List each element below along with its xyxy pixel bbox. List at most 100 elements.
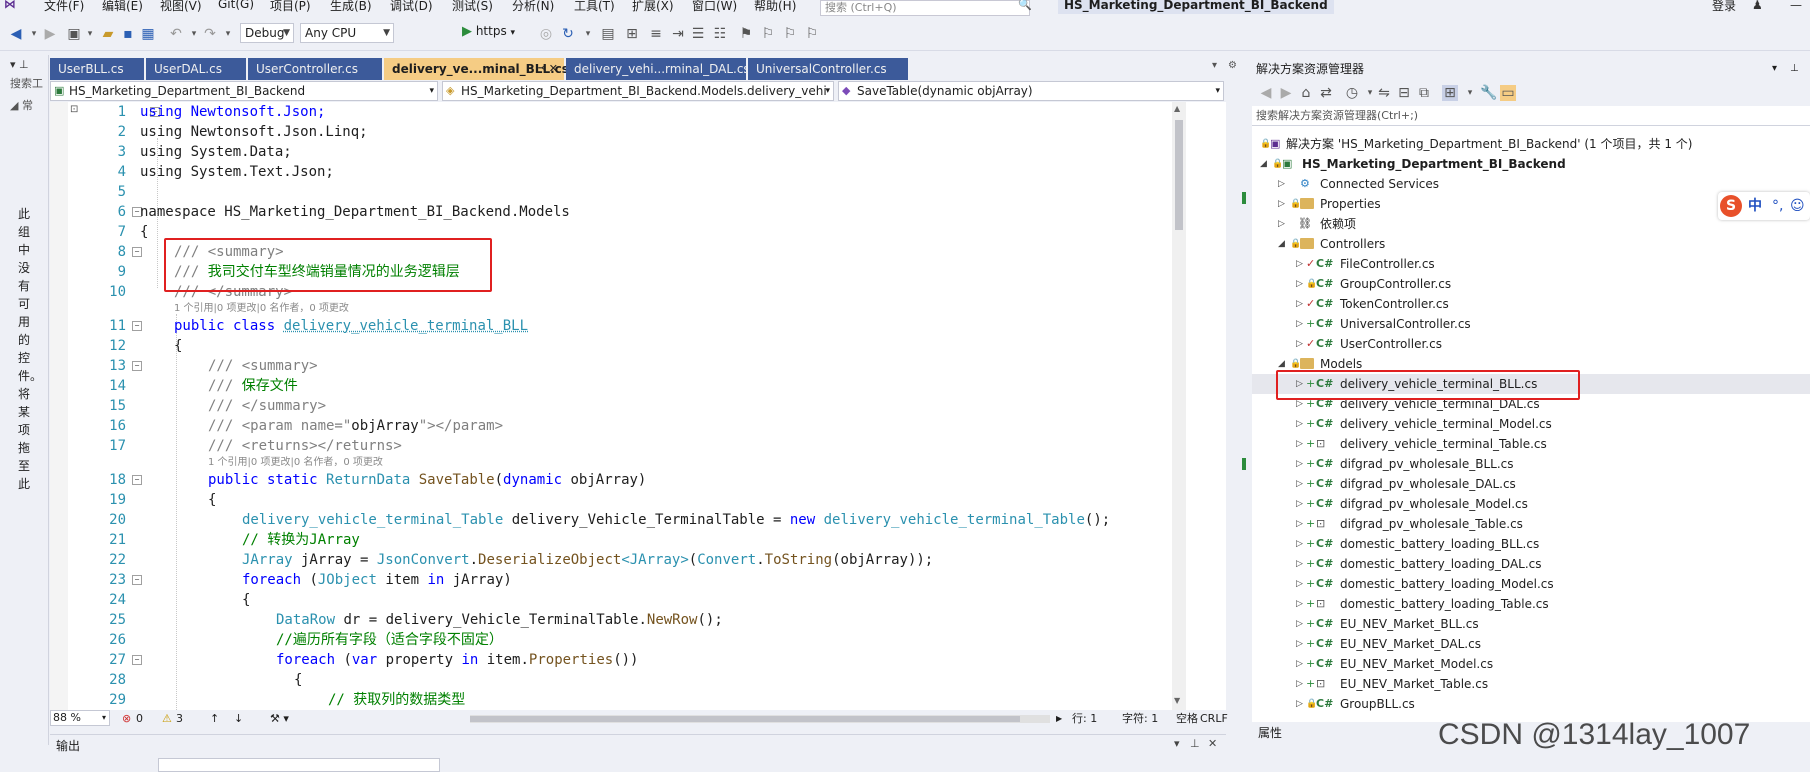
chevron-down-icon[interactable]: ◢ bbox=[1260, 154, 1267, 174]
tree-file[interactable]: ▷ + C# EU_NEV_Market_Model.cs bbox=[1252, 654, 1810, 674]
chevron-right-icon[interactable]: ▷ bbox=[1296, 274, 1303, 294]
member-nav-select[interactable]: ◆ SaveTable(dynamic objArray) ▾ bbox=[838, 81, 1224, 101]
collapse-icon[interactable]: − bbox=[132, 247, 142, 257]
tree-file[interactable]: ▷ + ⊡ delivery_vehicle_terminal_Table.cs bbox=[1252, 434, 1810, 454]
tab-delivery-dal[interactable]: delivery_vehi...rminal_DAL.cs bbox=[566, 58, 750, 80]
collapse-icon[interactable]: − bbox=[132, 475, 142, 485]
preview-icon[interactable]: ▭ bbox=[1500, 85, 1516, 101]
project-nav-select[interactable]: ▣ HS_Marketing_Department_BI_Backend ▾ bbox=[50, 81, 438, 101]
platform-select[interactable]: Any CPU ▼ bbox=[300, 23, 394, 43]
tab-universalcontroller[interactable]: UniversalController.cs bbox=[748, 58, 908, 80]
chevron-down-icon[interactable]: ◢ bbox=[1278, 234, 1285, 254]
bookmark-icon[interactable]: ⚑ bbox=[738, 26, 754, 42]
pin-icon[interactable]: ⊥ bbox=[1790, 58, 1799, 80]
pending-changes-icon[interactable]: ◷ bbox=[1344, 85, 1360, 101]
login-link[interactable]: 登录 bbox=[1712, 0, 1736, 14]
menu-edit[interactable]: 编辑(E) bbox=[102, 0, 143, 14]
tree-file[interactable]: ▷ + C# delivery_vehicle_terminal_Model.cs bbox=[1252, 414, 1810, 434]
dropdown-icon[interactable]: ▾ bbox=[1772, 58, 1777, 80]
minimize-icon[interactable]: — bbox=[1790, 0, 1802, 12]
menu-tools[interactable]: 工具(T) bbox=[574, 0, 615, 14]
home-icon[interactable]: ⌂ bbox=[1298, 85, 1314, 101]
account-icon[interactable]: ♟ bbox=[1752, 0, 1763, 12]
tree-file[interactable]: ▷ + C# difgrad_pv_wholesale_Model.cs bbox=[1252, 494, 1810, 514]
editor-vertical-scrollbar[interactable]: ▲ ▼ bbox=[1172, 102, 1186, 710]
chevron-right-icon[interactable]: ▷ bbox=[1278, 194, 1285, 214]
close-icon[interactable]: ✕ bbox=[549, 58, 558, 80]
chevron-right-icon[interactable]: ▷ bbox=[1296, 374, 1303, 394]
tab-userbll[interactable]: UserBLL.cs bbox=[50, 58, 144, 80]
error-icon[interactable]: ⊗ bbox=[122, 710, 131, 728]
redo-icon[interactable]: ↷ bbox=[202, 26, 218, 42]
scroll-down-icon[interactable]: ▼ bbox=[1174, 696, 1180, 705]
menu-analyze[interactable]: 分析(N) bbox=[512, 0, 554, 14]
toolbox-header[interactable]: ◢ 常 bbox=[10, 97, 33, 113]
tab-dropdown-icon[interactable]: ▾ bbox=[1212, 60, 1217, 71]
chevron-right-icon[interactable]: ▷ bbox=[1278, 214, 1285, 234]
chevron-right-icon[interactable]: ▷ bbox=[1296, 334, 1303, 354]
step-icon[interactable]: ⊞ bbox=[624, 26, 640, 42]
menu-debug[interactable]: 调试(D) bbox=[390, 0, 433, 14]
arrow-up-icon[interactable]: ↑ bbox=[210, 710, 219, 728]
ime-punctuation[interactable]: °, bbox=[1772, 192, 1783, 220]
show-all-icon[interactable]: ⧉ bbox=[1416, 85, 1432, 101]
warning-icon[interactable]: ⚠ bbox=[162, 710, 172, 728]
tree-file[interactable]: ▷ ✓ C# FileController.cs bbox=[1252, 254, 1810, 274]
chevron-right-icon[interactable]: ▷ bbox=[1296, 594, 1303, 614]
tree-file[interactable]: ▷ + ⊡ EU_NEV_Market_Table.cs bbox=[1252, 674, 1810, 694]
filter-icon[interactable]: ⊞ bbox=[1442, 85, 1458, 101]
collapse-icon[interactable]: − bbox=[132, 575, 142, 585]
menu-file[interactable]: 文件(F) bbox=[44, 0, 84, 14]
save-icon[interactable]: ▪ bbox=[120, 26, 136, 42]
undo-dropdown-icon[interactable]: ▾ bbox=[186, 26, 202, 42]
chevron-right-icon[interactable]: ▷ bbox=[1296, 454, 1303, 474]
scroll-thumb[interactable] bbox=[470, 716, 1020, 722]
solution-search-input[interactable]: 搜索解决方案资源管理器(Ctrl+;) bbox=[1252, 106, 1810, 126]
collapse-icon[interactable]: − bbox=[132, 655, 142, 665]
clear-bookmarks-icon[interactable]: ⚐ bbox=[804, 26, 820, 42]
chevron-right-icon[interactable]: ▷ bbox=[1278, 174, 1285, 194]
tree-file[interactable]: ▷ 🔒 C# GroupController.cs bbox=[1252, 274, 1810, 294]
new-dropdown-icon[interactable]: ▾ bbox=[82, 26, 98, 42]
back-dropdown-icon[interactable]: ▾ bbox=[26, 26, 42, 42]
tree-file[interactable]: ▷ + C# domestic_battery_loading_BLL.cs bbox=[1252, 534, 1810, 554]
vs-logo-icon[interactable]: ⋈ bbox=[4, 0, 16, 11]
chevron-right-icon[interactable]: ▷ bbox=[1296, 434, 1303, 454]
scroll-right-icon[interactable]: ▶ bbox=[1056, 710, 1062, 728]
forward-icon[interactable]: ▶ bbox=[42, 26, 58, 42]
tree-file-selected[interactable]: ▷ + C# delivery_vehicle_terminal_BLL.cs bbox=[1252, 374, 1810, 394]
menu-test[interactable]: 测试(S) bbox=[452, 0, 493, 14]
tree-file[interactable]: ▷ + C# difgrad_pv_wholesale_DAL.cs bbox=[1252, 474, 1810, 494]
chevron-right-icon[interactable]: ▷ bbox=[1296, 254, 1303, 274]
open-icon[interactable]: ▰ bbox=[100, 26, 116, 42]
class-nav-select[interactable]: ◈ HS_Marketing_Department_BI_Backend.Mode… bbox=[442, 81, 834, 101]
code-editor[interactable]: ⊡ 1− using Newtonsoft.Json; 2 using Newton… bbox=[50, 102, 1226, 710]
line-ending[interactable]: CRLF bbox=[1200, 710, 1228, 728]
properties-icon[interactable]: 🔧 bbox=[1480, 85, 1497, 101]
tree-file[interactable]: ▷ + C# EU_NEV_Market_DAL.cs bbox=[1252, 634, 1810, 654]
chevron-right-icon[interactable]: ▷ bbox=[1296, 694, 1303, 714]
chevron-right-icon[interactable]: ▷ bbox=[1296, 534, 1303, 554]
scroll-thumb[interactable] bbox=[1175, 120, 1183, 230]
ime-toolbar[interactable]: S 中 °, ☺ bbox=[1718, 192, 1810, 220]
cleanup-icon[interactable]: ⚒ ▾ bbox=[270, 710, 289, 728]
zoom-select[interactable]: 88 % ▾ bbox=[50, 710, 110, 726]
menu-view[interactable]: 视图(V) bbox=[160, 0, 202, 14]
codelens[interactable]: 1 个引用|0 项更改|0 名作者，0 项更改 bbox=[208, 456, 383, 470]
attach-icon[interactable]: ◎ bbox=[538, 26, 554, 42]
undo-icon[interactable]: ↶ bbox=[168, 26, 184, 42]
close-icon[interactable]: ✕ bbox=[1208, 737, 1217, 750]
collapse-all-icon[interactable]: ⊟ bbox=[1396, 85, 1412, 101]
menu-help[interactable]: 帮助(H) bbox=[754, 0, 796, 14]
tree-file[interactable]: ▷ + C# domestic_battery_loading_DAL.cs bbox=[1252, 554, 1810, 574]
menu-git[interactable]: Git(G) bbox=[218, 0, 254, 11]
tree-file[interactable]: ▷ ✓ C# TokenController.cs bbox=[1252, 294, 1810, 314]
menu-window[interactable]: 窗口(W) bbox=[692, 0, 737, 14]
redo-dropdown-icon[interactable]: ▾ bbox=[220, 26, 236, 42]
tab-usercontroller[interactable]: UserController.cs bbox=[248, 58, 382, 80]
chevron-right-icon[interactable]: ▷ bbox=[1296, 634, 1303, 654]
tree-controllers[interactable]: ◢ 🔒 Controllers bbox=[1252, 234, 1810, 254]
switch-view-icon[interactable]: ⇄ bbox=[1318, 85, 1334, 101]
chevron-right-icon[interactable]: ▷ bbox=[1296, 674, 1303, 694]
chevron-right-icon[interactable]: ▷ bbox=[1296, 314, 1303, 334]
